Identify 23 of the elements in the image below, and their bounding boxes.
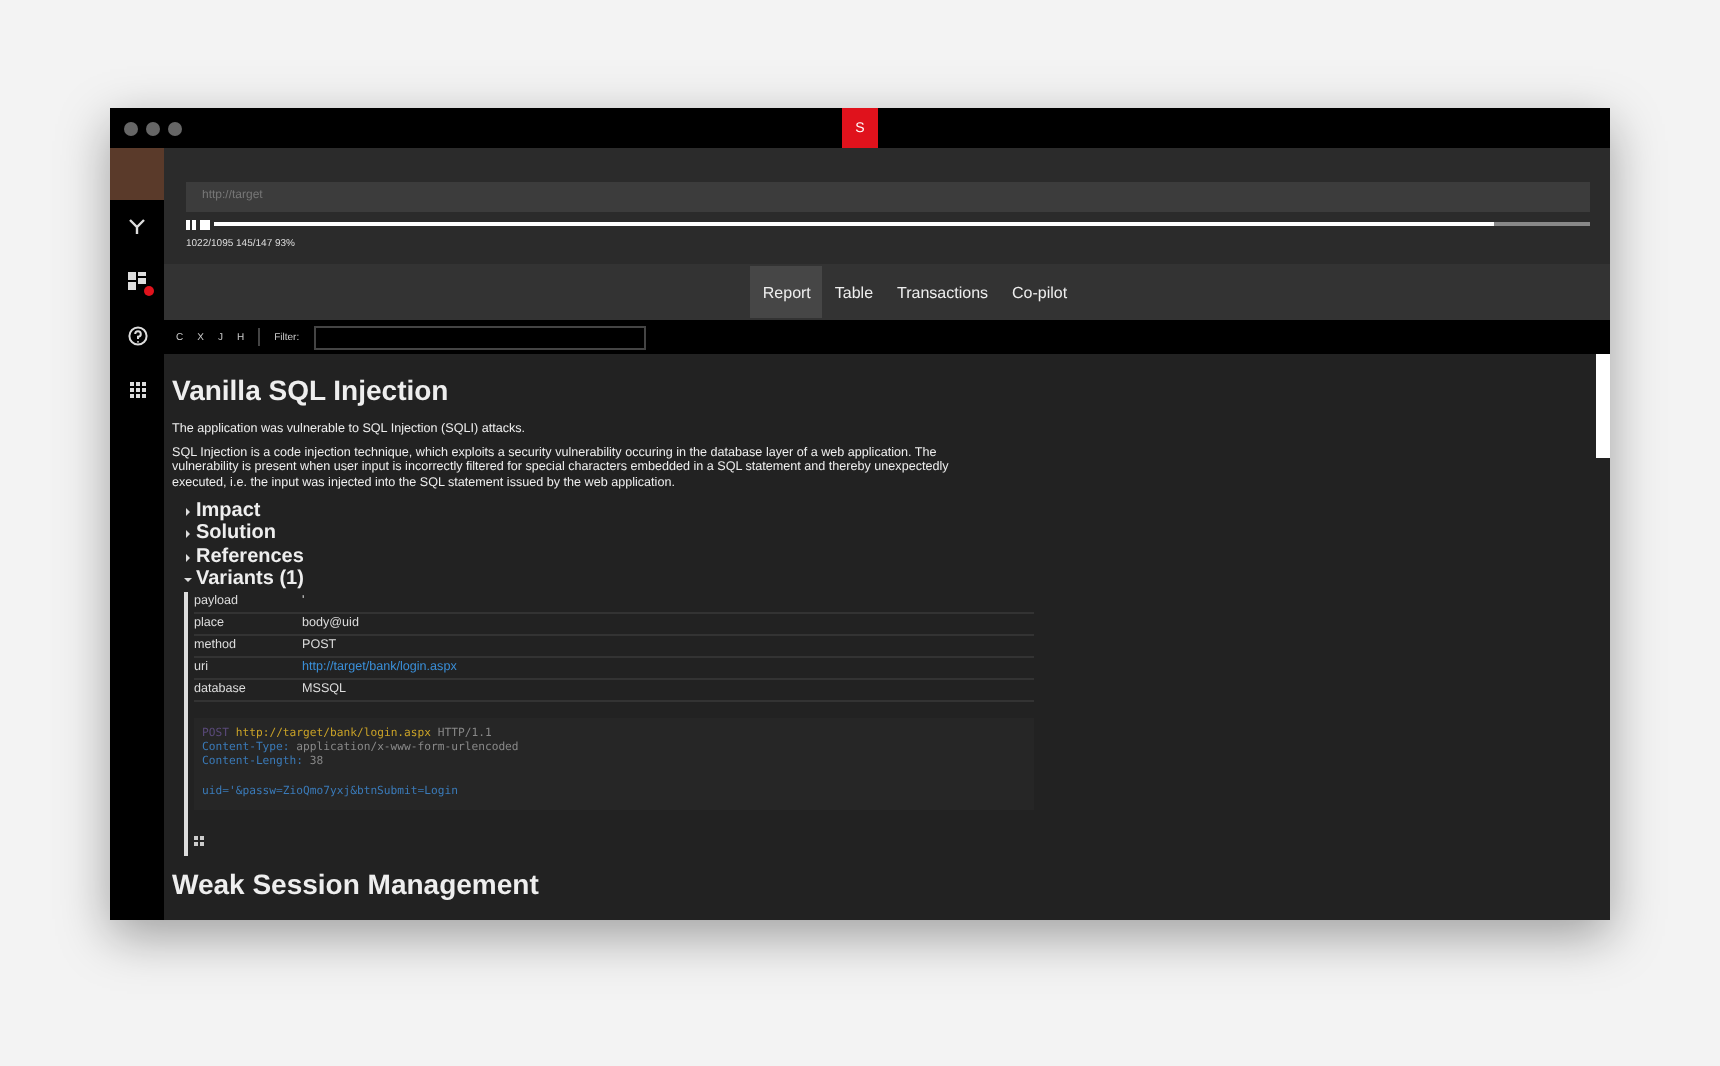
- filter-field[interactable]: [313, 325, 646, 349]
- section-toggle[interactable]: Variants (1): [184, 568, 1588, 592]
- caret-icon: [184, 530, 192, 539]
- caret-icon: [184, 507, 192, 516]
- apps-icon[interactable]: [129, 381, 145, 397]
- stop-icon[interactable]: [200, 219, 210, 229]
- branch-icon[interactable]: [128, 218, 146, 236]
- section-toggle[interactable]: Impact: [184, 499, 1588, 523]
- help-icon[interactable]: [127, 325, 147, 345]
- issue-title: Vanilla SQL Injection: [172, 374, 451, 406]
- tab[interactable]: Table: [822, 266, 886, 318]
- scrollbar-thumb[interactable]: [1596, 354, 1610, 458]
- section-toggle[interactable]: Solution: [184, 522, 1588, 546]
- tab[interactable]: Co-pilot: [1000, 266, 1080, 318]
- issue-title: Weak Session Management: [172, 868, 541, 901]
- pause-icon[interactable]: [186, 219, 196, 229]
- photo-placeholder: [110, 148, 164, 200]
- tab[interactable]: Transactions: [885, 266, 1001, 318]
- dashboard-icon[interactable]: [128, 272, 146, 290]
- tab[interactable]: Report: [750, 266, 823, 318]
- section-toggle[interactable]: References: [184, 545, 1588, 569]
- caret-icon: [184, 553, 192, 562]
- grid-icon[interactable]: [194, 836, 204, 847]
